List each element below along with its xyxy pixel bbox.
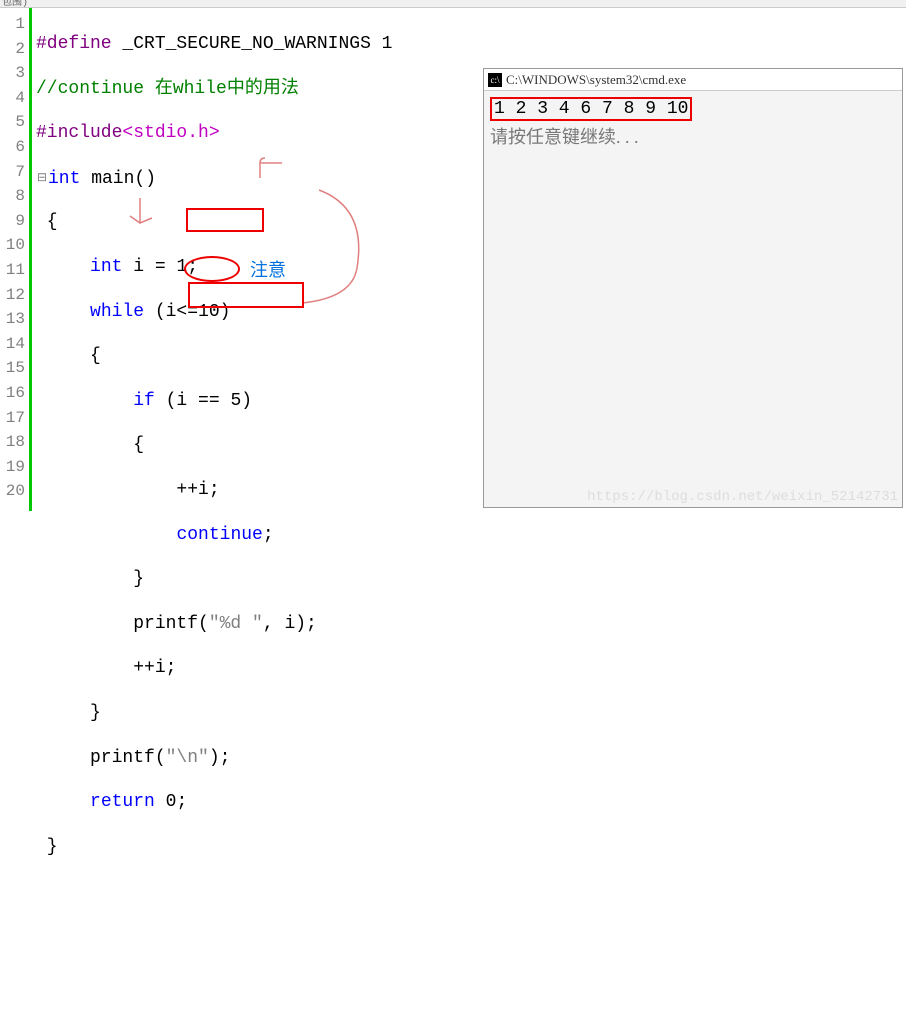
preproc: #define xyxy=(36,34,112,54)
line-number: 18 xyxy=(0,430,29,455)
fold-icon[interactable]: ⊟ xyxy=(36,166,48,191)
watermark: https://blog.csdn.net/weixin_52142731 xyxy=(587,489,898,505)
console-window[interactable]: c:\ C:\WINDOWS\system32\cmd.exe 1 2 3 4 … xyxy=(483,68,903,508)
line-number: 17 xyxy=(0,406,29,431)
line-number: 13 xyxy=(0,307,29,332)
line-number: 19 xyxy=(0,455,29,480)
line-number: 14 xyxy=(0,332,29,357)
line-number: 10 xyxy=(0,233,29,258)
line-number: 20 xyxy=(0,479,29,504)
console-body: 1 2 3 4 6 7 8 9 10 请按任意键继续. . . xyxy=(484,91,902,155)
line-number: 1 xyxy=(0,12,29,37)
line-number: 6 xyxy=(0,135,29,160)
line-number: 3 xyxy=(0,61,29,86)
line-number: 4 xyxy=(0,86,29,111)
cmd-icon: c:\ xyxy=(488,73,502,87)
console-prompt: 请按任意键继续. . . xyxy=(490,123,896,149)
line-number: 9 xyxy=(0,209,29,234)
annotation-note: 注意 xyxy=(250,256,286,282)
line-gutter: 1 2 3 4 5 6 7 8 9 10 11 12 13 14 15 16 1… xyxy=(0,8,32,511)
line-number: 12 xyxy=(0,283,29,308)
console-output: 1 2 3 4 6 7 8 9 10 xyxy=(490,97,692,121)
line-number: 11 xyxy=(0,258,29,283)
console-title-text: C:\WINDOWS\system32\cmd.exe xyxy=(506,72,686,88)
line-number: 15 xyxy=(0,356,29,381)
line-number: 8 xyxy=(0,184,29,209)
comment: //continue 在while中的用法 xyxy=(36,79,299,99)
top-bar: 包围) xyxy=(0,0,906,8)
line-number: 7 xyxy=(0,160,29,185)
line-number: 5 xyxy=(0,110,29,135)
console-titlebar[interactable]: c:\ C:\WINDOWS\system32\cmd.exe xyxy=(484,69,902,91)
line-number: 2 xyxy=(0,37,29,62)
line-number: 16 xyxy=(0,381,29,406)
preproc: #include xyxy=(36,123,122,143)
